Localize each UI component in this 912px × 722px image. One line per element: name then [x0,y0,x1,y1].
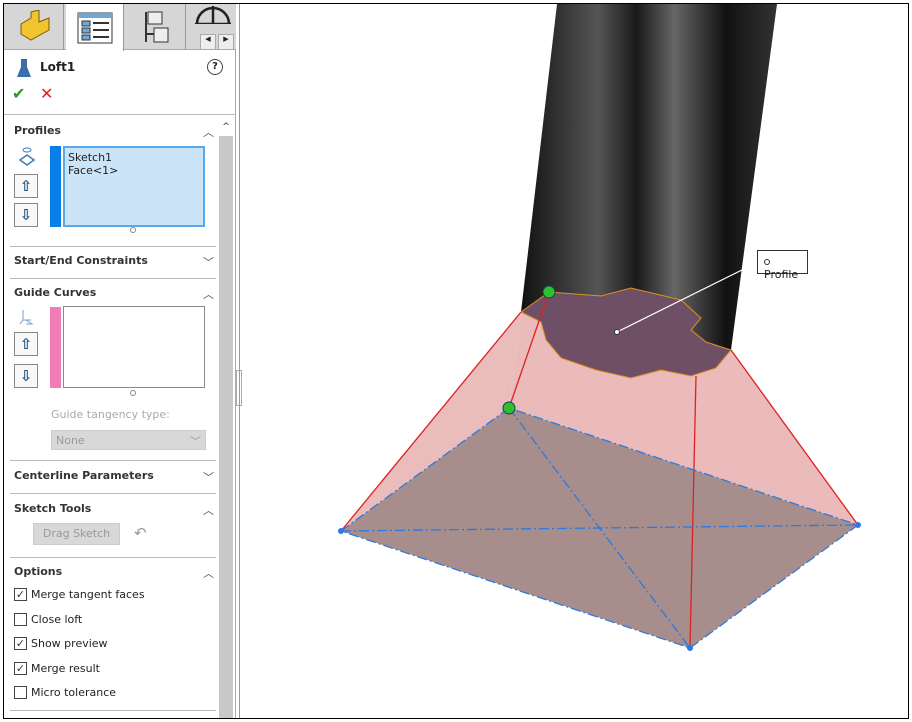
options-header[interactable]: Options ︿ [14,565,214,580]
callout-label: Profile [764,268,799,281]
profiles-list[interactable]: Sketch1 Face<1> [63,146,205,227]
connector-handle[interactable] [502,401,516,415]
profile-callout[interactable]: Profile [757,250,808,281]
checkbox-label: Merge result [31,661,100,675]
start-end-constraints-header[interactable]: Start/End Constraints ﹀ [14,254,214,269]
help-icon[interactable]: ? [207,59,223,75]
sketch-tools-header[interactable]: Sketch Tools ︿ [14,502,214,517]
checkbox-label: Close loft [31,612,83,626]
guide-tangency-select[interactable]: None ﹀ [51,430,206,450]
resize-handle[interactable] [130,227,136,233]
resize-handle[interactable] [130,390,136,396]
graphics-viewport[interactable]: Profile [239,4,908,718]
checkbox-option[interactable]: Close loft [14,612,83,626]
section-title: Sketch Tools [14,502,92,515]
list-item[interactable]: Sketch1 [68,151,200,164]
divider [10,493,216,494]
expand-icon: ﹀ [203,471,214,484]
connector-handle[interactable] [542,285,556,299]
collapse-icon: ︿ [203,126,214,139]
guide-tangency-label: Guide tangency type: [51,408,170,421]
guide-curve-icon [19,310,34,325]
checkbox-label: Show preview [31,637,108,650]
profiles-title: Profiles [14,124,61,137]
profile-color-bar [50,146,61,227]
divider [4,114,236,115]
scroll-right-button[interactable]: ▶ [218,34,234,50]
divider [10,557,216,558]
tab-scroll-arrows: ◀ ▶ [200,34,234,50]
select-value: None [56,434,85,447]
checkbox[interactable]: ✓ [14,588,27,601]
checkbox[interactable]: ✓ [14,637,27,650]
property-manager-icon [77,12,112,43]
move-down-button[interactable]: ⇩ [14,364,38,388]
profile-icon [18,147,36,166]
divider [10,246,216,247]
divider [10,278,216,279]
move-up-button[interactable]: ⇧ [14,174,38,198]
scroll-left-button[interactable]: ◀ [200,34,216,50]
collapse-icon: ︿ [203,288,214,301]
checkbox-option[interactable]: ✓ Merge tangent faces [14,588,145,601]
part-icon [20,10,49,41]
collapse-icon: ︿ [203,567,214,580]
dimxpert-icon [195,6,231,24]
undo-sketch-drag-icon[interactable]: ↶ [134,524,147,542]
expand-icon: ﹀ [203,256,214,269]
tab-feature-manager[interactable] [6,4,64,50]
list-item[interactable]: Face<1> [68,164,200,177]
section-title: Centerline Parameters [14,469,154,482]
checkbox-option[interactable]: ✓ Merge result [14,661,100,675]
property-manager: ◀ ▶ Loft1 ? ✔ ✕ ^ Profiles ︿ ⇧ ⇩ Sketch1 … [4,4,236,718]
section-title: Guide Curves [14,286,97,299]
checkbox-label: Merge tangent faces [31,588,145,601]
guide-curves-header[interactable]: Guide Curves ︿ [14,286,214,301]
divider [10,460,216,461]
checkbox-label: Micro tolerance [31,686,117,699]
panel-scrollbar[interactable]: ^ [219,122,233,718]
move-up-button[interactable]: ⇧ [14,332,38,356]
drag-sketch-button[interactable]: Drag Sketch [33,523,120,545]
checkbox[interactable]: ✓ [14,661,27,675]
guide-curves-list[interactable] [63,306,205,388]
loft-icon [17,59,31,77]
configuration-icon [144,11,168,43]
checkbox-option[interactable]: ✓ Show preview [14,637,108,650]
collapse-icon: ︿ [203,504,214,517]
feature-title: Loft1 [40,60,76,74]
loft-preview-model [338,4,861,651]
tab-configuration-manager[interactable] [128,4,186,50]
checkbox[interactable] [14,612,27,626]
guide-color-bar [50,307,61,388]
ok-button[interactable]: ✔ [12,84,25,103]
checkbox-option[interactable]: Micro tolerance [14,686,116,699]
section-title: Start/End Constraints [14,254,148,267]
chevron-down-icon: ﹀ [190,435,201,448]
cancel-button[interactable]: ✕ [40,84,53,103]
profiles-header[interactable]: Profiles ︿ [14,124,214,139]
tab-property-manager[interactable] [66,4,124,51]
manager-tabs: ◀ ▶ [4,4,236,51]
move-down-button[interactable]: ⇩ [14,203,38,227]
divider [10,710,216,711]
centerline-parameters-header[interactable]: Centerline Parameters ﹀ [14,469,214,484]
section-title: Options [14,565,63,578]
checkbox[interactable] [14,686,27,699]
